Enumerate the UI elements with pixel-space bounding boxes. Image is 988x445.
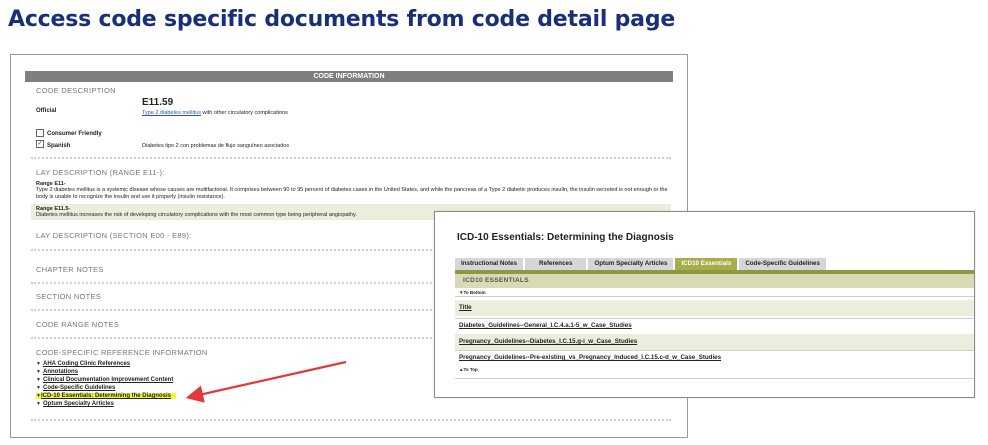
tab-icd10-essentials[interactable]: ICD10 Essentials (675, 258, 738, 270)
chevron-down-icon: ▼ (36, 401, 41, 407)
range-e11-text: Type 2 diabetes mellitus is a systemic d… (36, 187, 668, 200)
spanish-description: Diabetes tipo 2 con problemas de flujo s… (142, 143, 290, 149)
diabetes-term-link[interactable]: Type 2 diabetes mellitus (142, 110, 201, 116)
spanish-checkbox[interactable]: ✓ (36, 140, 44, 148)
chevron-down-icon: ▼ (36, 385, 41, 391)
title-column-header[interactable]: Title (455, 300, 974, 316)
tab-optum-specialty-articles[interactable]: Optum Specialty Articles (588, 258, 674, 270)
official-description: Type 2 diabetes mellitus with other circ… (142, 110, 288, 117)
table-row[interactable]: Pregnancy_Guidelines--Pre-existing_vs_Pr… (455, 350, 974, 366)
table-row[interactable]: Pregnancy_Guidelines--Diabetes_I.C.15.g-… (455, 334, 974, 350)
official-label: Official (36, 108, 57, 114)
code-information-bar: CODE INFORMATION (25, 71, 673, 82)
code-range-notes-heading[interactable]: CODE RANGE NOTES (36, 320, 119, 329)
to-top-link[interactable]: ▲To Top (459, 367, 478, 372)
tab-bar: Instructional Notes References Optum Spe… (455, 258, 826, 270)
consumer-friendly-checkbox[interactable] (36, 129, 44, 137)
divider (31, 157, 671, 159)
table-row[interactable]: Diabetes_Guidelines--General_I.C.4.a.1-5… (455, 318, 974, 334)
ref-item-cdi-content[interactable]: ▼ Clinical Documentation Improvement Cont… (36, 376, 176, 384)
ref-item-aha-coding-clinic[interactable]: ▼ AHA Coding Clinic References (36, 360, 176, 368)
highlight: ▼ICD-10 Essentials: Determining the Diag… (36, 393, 176, 399)
slide-title: Access code specific documents from code… (8, 7, 676, 32)
tab-code-specific-guidelines[interactable]: Code-Specific Guidelines (739, 258, 826, 270)
ref-item-annotations[interactable]: ▼ Annotations (36, 368, 176, 376)
ref-item-code-specific-guidelines[interactable]: ▼ Code-Specific Guidelines (36, 384, 176, 392)
lay-description-range-heading: LAY DESCRIPTION (RANGE E11-): (36, 168, 165, 177)
tab-references[interactable]: References (525, 258, 587, 270)
consumer-friendly-label: Consumer Friendly (47, 131, 102, 137)
divider (31, 419, 671, 421)
icd10-essentials-panel: ICD-10 Essentials: Determining the Diagn… (434, 211, 975, 398)
ref-item-icd10-essentials[interactable]: ▼ICD-10 Essentials: Determining the Diag… (36, 392, 176, 400)
reference-info-heading: CODE-SPECIFIC REFERENCE INFORMATION (36, 348, 208, 357)
description-rest: with other circulatory complications (201, 110, 288, 116)
divider (455, 296, 974, 297)
code-description-heading: CODE DESCRIPTION (36, 86, 116, 95)
to-bottom-link[interactable]: ▼To Bottom (459, 290, 486, 295)
spanish-label: Spanish (47, 143, 71, 149)
chevron-down-icon: ▼ (36, 369, 41, 375)
range-e115-text: Diabetes mellitus increases the risk of … (36, 212, 357, 218)
divider (455, 378, 974, 379)
ref-item-optum-specialty-articles[interactable]: ▼ Optum Specialty Articles (36, 400, 176, 408)
reference-list: ▼ AHA Coding Clinic References ▼ Annotatio… (36, 360, 176, 408)
chevron-down-icon: ▼ (36, 377, 41, 383)
chevron-down-icon: ▼ (36, 361, 41, 367)
chapter-notes-heading[interactable]: CHAPTER NOTES (36, 265, 104, 274)
code-number: E11.59 (142, 97, 174, 108)
icd10-essentials-heading: ICD10 ESSENTIALS (455, 274, 974, 288)
section-notes-heading[interactable]: SECTION NOTES (36, 292, 101, 301)
overlay-title: ICD-10 Essentials: Determining the Diagn… (457, 232, 674, 243)
tab-instructional-notes[interactable]: Instructional Notes (455, 258, 524, 270)
lay-description-section-heading: LAY DESCRIPTION (SECTION E00 - E89): (36, 231, 192, 240)
